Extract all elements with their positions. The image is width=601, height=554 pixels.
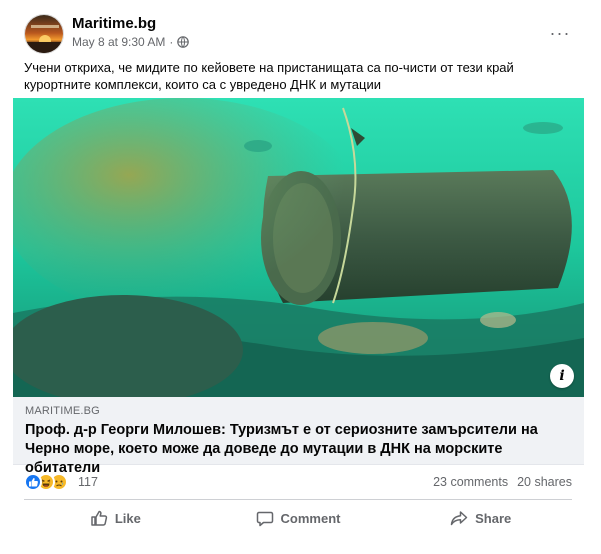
post-text: Учени откриха, че мидите по кейовете на … (24, 60, 514, 92)
reactions-bar: 117 23 comments 20 shares (24, 472, 572, 492)
share-icon (450, 511, 468, 526)
post-meta: May 8 at 9:30 AM · (72, 35, 190, 49)
page-avatar[interactable] (24, 14, 64, 54)
globe-icon[interactable] (177, 36, 190, 48)
share-button[interactable]: Share (389, 503, 572, 533)
post-actions: Like Comment Share (24, 503, 572, 533)
post-header: Maritime.bg May 8 at 9:30 AM · ··· (24, 14, 584, 54)
sunset-logo-icon (25, 15, 63, 53)
link-preview-card[interactable]: i MARITIME.BG Проф. д-р Георги Милошев: … (13, 98, 584, 476)
page-name[interactable]: Maritime.bg (72, 15, 156, 32)
like-label: Like (114, 510, 141, 526)
underwater-pipe-image[interactable]: i (13, 98, 584, 397)
info-icon[interactable]: i (550, 364, 574, 388)
meta-separator: · (169, 35, 174, 49)
engagement-counts: 23 comments 20 shares (433, 475, 572, 489)
thumbs-up-icon (91, 510, 108, 526)
actions-divider (24, 499, 572, 500)
comment-button[interactable]: Comment (207, 503, 390, 533)
link-card-footer[interactable]: MARITIME.BG Проф. д-р Георги Милошев: Ту… (13, 397, 584, 476)
comment-icon (256, 511, 273, 527)
comments-count[interactable]: 23 comments (433, 475, 508, 489)
comment-label: Comment (280, 510, 341, 526)
shares-count[interactable]: 20 shares (517, 475, 572, 489)
post-timestamp[interactable]: May 8 at 9:30 AM (72, 35, 165, 49)
more-options-icon[interactable]: ··· (544, 20, 576, 46)
reaction-count[interactable]: 117 (78, 475, 98, 489)
reaction-icons[interactable] (24, 473, 68, 491)
link-headline[interactable]: Проф. д-р Георги Милошев: Туризмът е от … (25, 421, 573, 478)
like-button[interactable]: Like (24, 503, 207, 533)
like-reaction-icon (24, 473, 42, 491)
facebook-post: Maritime.bg May 8 at 9:30 AM · ··· Учени… (0, 0, 601, 554)
share-label: Share (475, 510, 512, 526)
link-domain: MARITIME.BG (25, 405, 100, 417)
